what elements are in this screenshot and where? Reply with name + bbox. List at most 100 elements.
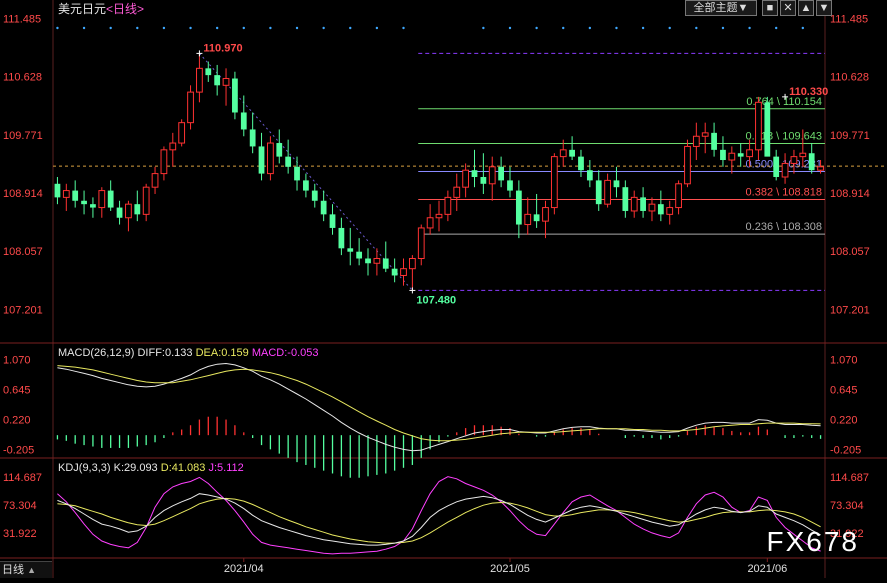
candle-body-down (471, 170, 478, 177)
candle-body-up (604, 179, 611, 205)
candle-body-down (54, 183, 61, 198)
candle-body-down (595, 180, 602, 205)
signal-dot (322, 26, 325, 30)
kdj-j-line (57, 476, 821, 555)
candle-body-up (684, 145, 691, 185)
candle-body-down (391, 268, 398, 276)
signal-dot (189, 26, 192, 30)
bottom-tab-label: 日线 (2, 564, 24, 576)
kdj-k-line (57, 493, 821, 546)
macd-left-tick-2: 0.220 (3, 415, 31, 427)
candle-body-down (205, 68, 212, 76)
signal-dot (562, 26, 565, 30)
candle-body-up (373, 258, 381, 264)
trend-line (199, 53, 413, 291)
chart-svg: 111.485 111.485 110.628 110.628 109.771 109.7… (0, 0, 887, 578)
macd-title: MACD(26,12,9) (58, 347, 135, 359)
kdj-right-tick-0: 114.687 (830, 472, 869, 484)
window-control-down-icon[interactable]: ▼ (816, 0, 832, 16)
candle-body-down (711, 132, 717, 150)
theme-button[interactable]: 全部主题▼ (685, 0, 757, 16)
period-selector[interactable]: <日线> (106, 2, 144, 16)
signal-dot (109, 26, 112, 30)
macd-diff-readout: DIFF:0.133 (137, 347, 193, 359)
candle-body-up (178, 122, 186, 144)
signal-dot (56, 26, 59, 30)
price-annotation-1: 110.330 (789, 86, 828, 98)
fib-level-label-4: 0.236 \ 108.308 (746, 221, 822, 233)
bottom-tab-arrow-icon: ▲ (27, 565, 36, 575)
instrument-title: 美元日元<日线> (58, 0, 144, 17)
candle-body-up (142, 186, 150, 215)
candle-body-down (214, 75, 221, 86)
candle-body-up (222, 78, 230, 86)
price-left-tick-2: 109.771 (3, 130, 43, 142)
window-control-up-icon[interactable]: ▲ (798, 0, 814, 16)
signal-dot (588, 26, 592, 30)
window-control-square-icon[interactable]: ■ (762, 0, 778, 16)
price-right-tick-2: 109.771 (830, 130, 870, 142)
candle-body-down (640, 197, 646, 211)
candle-body-down (569, 149, 575, 157)
macd-right-tick-1: 0.645 (830, 384, 858, 396)
candle-body-up (417, 227, 425, 259)
kdj-k-readout: K:29.093 (113, 462, 158, 474)
candle-body-up (542, 207, 549, 222)
signal-dot (269, 26, 272, 30)
candle-body-down (232, 78, 238, 113)
bottom-period-tab[interactable]: 日线 ▲ (0, 561, 52, 578)
candle-body-up (817, 166, 824, 171)
macd-right-tick-3: -0.205 (830, 445, 861, 457)
candle-body-up (550, 156, 558, 209)
candle-body-down (498, 166, 504, 181)
signal-dot (801, 26, 805, 30)
candle-body-down (720, 149, 726, 161)
macd-dea-line (57, 365, 821, 442)
kdj-d-line (57, 497, 821, 544)
candle-body-down (773, 156, 780, 177)
window-control-close-icon[interactable]: ✕ (780, 0, 796, 16)
candle-body-up (62, 190, 70, 198)
kdj-left-tick-2: 31.922 (3, 528, 37, 540)
candle-body-down (107, 190, 114, 208)
kdj-legend: KDJ(9,3,3) K:29.093 D:41.083 J:5.112 (58, 462, 244, 474)
signal-dot (668, 26, 671, 30)
candle-body-down (72, 190, 79, 201)
candle-body-up (755, 101, 762, 151)
kdj-right-tick-1: 73.304 (830, 500, 864, 512)
candle-body-down (90, 204, 96, 208)
kdj-j-readout: J:5.112 (208, 462, 244, 474)
signal-dot (641, 26, 645, 30)
candle-body-down (737, 153, 744, 157)
candle-body-down (657, 204, 664, 215)
signal-dot (508, 26, 512, 30)
signal-dot (748, 26, 751, 30)
macd-value-readout: MACD:-0.053 (251, 347, 319, 359)
candle-body-down (533, 214, 540, 222)
candle-body-down (507, 180, 513, 191)
signal-dot (215, 26, 219, 30)
candle-body-up (444, 196, 452, 215)
candle-body-down (356, 251, 363, 259)
macd-dea-readout: DEA:0.159 (195, 347, 249, 359)
candle-body-down (311, 190, 318, 201)
candle-body-up (408, 258, 416, 270)
candle-body-down (764, 102, 771, 157)
candle-body-up (781, 162, 789, 178)
candle-body-up (151, 173, 159, 188)
candle-body-down (515, 190, 522, 225)
price-left-tick-4: 108.057 (3, 246, 43, 258)
price-right-tick-3: 108.914 (830, 188, 870, 200)
price-left-tick-0: 111.485 (3, 13, 41, 25)
candle-body-down (480, 177, 487, 184)
candle-body-up (187, 91, 194, 124)
candle-body-down (320, 200, 327, 215)
date-tick-0: 2021/04 (224, 563, 264, 575)
date-tick-2: 2021/06 (747, 563, 787, 575)
candle-body-down (613, 180, 620, 188)
period-label: 日线 (113, 2, 138, 16)
signal-dot (482, 26, 485, 30)
candle-body-up (692, 135, 700, 147)
price-right-tick-4: 108.057 (830, 246, 870, 258)
candle-body-down (249, 129, 256, 147)
